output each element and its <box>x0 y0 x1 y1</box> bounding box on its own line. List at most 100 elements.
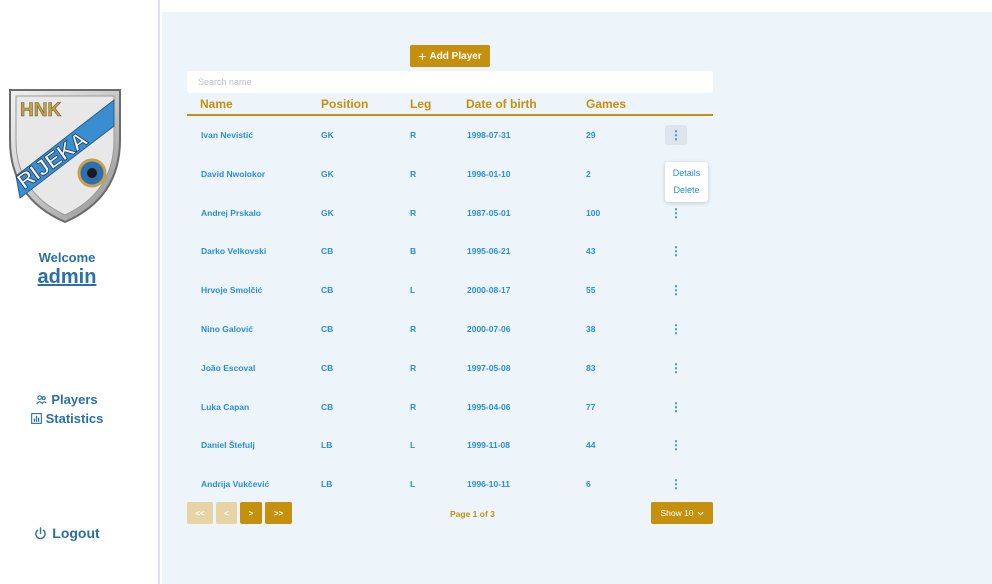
search-input[interactable] <box>187 71 713 93</box>
row-menu-icon[interactable]: ⋮ <box>665 125 687 145</box>
cell-date-of-birth: 1999-11-08 <box>467 440 511 451</box>
cell-leg: R <box>410 168 417 179</box>
cell-leg: R <box>410 323 417 334</box>
table-row[interactable]: Daniel Štefulj LB L 1999-11-08 44 ⋮ <box>187 426 713 465</box>
row-menu-icon[interactable]: ⋮ <box>665 435 687 455</box>
table-row[interactable]: Nino Galović CB R 2000-07-06 38 ⋮ <box>187 310 713 349</box>
table-row[interactable]: Hrvoje Smolčić CB L 2000-08-17 55 ⋮ <box>187 271 713 310</box>
table-row[interactable]: Andrija Vukčević LB L 1996-10-11 6 ⋮ <box>187 465 713 504</box>
cell-date-of-birth: 1987-05-01 <box>467 207 511 218</box>
cell-position: GK <box>321 207 334 218</box>
cell-name: Daniel Štefulj <box>201 440 255 451</box>
row-menu-icon[interactable]: ⋮ <box>665 358 687 378</box>
table-body: Ivan Nevistić GK R 1998-07-31 29 ⋮ David Nwolo… <box>187 116 713 504</box>
cell-position: CB <box>321 323 334 334</box>
sidebar: HNK RIJEKA Welcome admin Players Statist… <box>0 0 160 584</box>
last-page-button[interactable]: >> <box>265 502 292 524</box>
cell-date-of-birth: 1995-06-21 <box>467 246 511 257</box>
menu-item-details[interactable]: Details <box>665 165 708 182</box>
cell-leg: R <box>410 207 417 218</box>
header-name[interactable]: Name <box>200 97 233 111</box>
first-page-button[interactable]: << <box>187 502 213 524</box>
club-logo: HNK RIJEKA <box>6 80 124 226</box>
cell-position: CB <box>321 401 334 412</box>
page-indicator: Page 1 of 3 <box>450 509 495 519</box>
row-menu-icon[interactable]: ⋮ <box>665 319 687 339</box>
cell-games: 77 <box>586 401 596 412</box>
row-menu-icon[interactable]: ⋮ <box>665 474 687 494</box>
cell-games: 29 <box>586 130 596 140</box>
table-row[interactable]: David NwolokorGKR1996-01-102⋮ <box>187 155 713 194</box>
cell-date-of-birth: 2000-08-17 <box>467 285 511 296</box>
welcome-text: Welcome <box>38 250 96 265</box>
cell-leg: L <box>410 440 416 451</box>
sidebar-item-statistics[interactable]: Statistics <box>0 409 134 428</box>
chart-icon <box>30 413 42 424</box>
cell-games: 83 <box>586 362 596 373</box>
cell-position: LB <box>321 479 333 490</box>
sidebar-item-label: Players <box>51 392 98 407</box>
cell-name: Hrvoje Smolčić <box>201 285 263 296</box>
cell-games: 43 <box>586 246 596 257</box>
row-menu-icon[interactable]: ⋮ <box>665 397 687 417</box>
row-menu-icon[interactable]: ⋮ <box>665 280 687 300</box>
table-row[interactable]: Andrej Prskalo GK R 1987-05-01 100 ⋮ <box>187 194 713 233</box>
row-menu-icon[interactable]: ⋮ <box>665 241 687 261</box>
main-content: + Add Player Name Position Leg Date of b… <box>162 12 992 584</box>
cell-name: João Escoval <box>201 362 256 373</box>
menu-item-delete[interactable]: Delete <box>665 182 708 199</box>
cell-date-of-birth: 1997-05-08 <box>467 362 511 373</box>
cell-leg: B <box>410 246 417 257</box>
cell-date-of-birth: 1996-01-10 <box>467 168 511 179</box>
cell-name: Andrija Vukčević <box>201 479 270 490</box>
prev-page-button[interactable]: < <box>216 502 237 524</box>
cell-position: CB <box>321 362 334 373</box>
pagination: << < > >> <box>187 502 292 524</box>
logo-text-hnk: HNK <box>20 100 61 121</box>
next-page-button[interactable]: > <box>240 502 262 524</box>
chevron-down-icon <box>697 511 704 516</box>
cell-position: GK <box>321 130 334 140</box>
cell-name: Nino Galović <box>201 323 253 334</box>
cell-date-of-birth: 1996-10-11 <box>467 479 511 490</box>
table-row[interactable]: Luka Capan CB R 1995-04-06 77 ⋮ <box>187 388 713 427</box>
header-leg[interactable]: Leg <box>410 97 431 111</box>
cell-date-of-birth: 1998-07-31 <box>467 130 511 140</box>
sidebar-item-label: Statistics <box>45 411 104 426</box>
cell-date-of-birth: 2000-07-06 <box>467 323 511 334</box>
header-date-of-birth[interactable]: Date of birth <box>466 97 537 111</box>
cell-position: LB <box>321 440 333 451</box>
page-size-select[interactable]: Show 10 <box>651 502 713 524</box>
header-position[interactable]: Position <box>321 97 368 111</box>
cell-name: Ivan Nevistić <box>201 130 253 140</box>
logout-button[interactable]: Logout <box>0 525 134 541</box>
table-row[interactable]: Ivan Nevistić GK R 1998-07-31 29 ⋮ <box>187 116 713 155</box>
users-icon <box>36 395 48 405</box>
table-row[interactable]: Darko Velkovski CB B 1995-06-21 43 ⋮ <box>187 232 713 271</box>
cell-leg: R <box>410 401 417 412</box>
cell-games: 2 <box>586 168 591 179</box>
cell-games: 55 <box>586 285 596 296</box>
plus-icon: + <box>418 48 427 64</box>
cell-name: Luka Capan <box>201 401 250 412</box>
cell-position: GK <box>321 168 334 179</box>
username-link[interactable]: admin <box>0 266 134 289</box>
cell-games: 38 <box>586 323 596 334</box>
power-icon <box>35 526 47 539</box>
table-row[interactable]: João Escoval CB R 1997-05-08 83 ⋮ <box>187 349 713 388</box>
cell-position: CB <box>321 285 334 296</box>
sidebar-nav: Players Statistics <box>0 390 134 428</box>
row-menu-icon[interactable]: ⋮ <box>665 203 687 223</box>
cell-position: CB <box>321 246 334 257</box>
cell-leg: R <box>410 130 417 140</box>
cell-leg: L <box>410 479 416 490</box>
add-player-button[interactable]: + Add Player <box>410 45 490 67</box>
cell-name: Andrej Prskalo <box>201 207 261 218</box>
cell-leg: L <box>410 285 416 296</box>
add-player-label: Add Player <box>429 50 482 62</box>
sidebar-item-players[interactable]: Players <box>0 390 134 409</box>
header-games[interactable]: Games <box>586 97 626 111</box>
cell-date-of-birth: 1995-04-06 <box>467 401 511 412</box>
cell-leg: R <box>410 362 417 373</box>
players-table: Name Position Leg Date of birth Games Iv… <box>187 96 713 504</box>
